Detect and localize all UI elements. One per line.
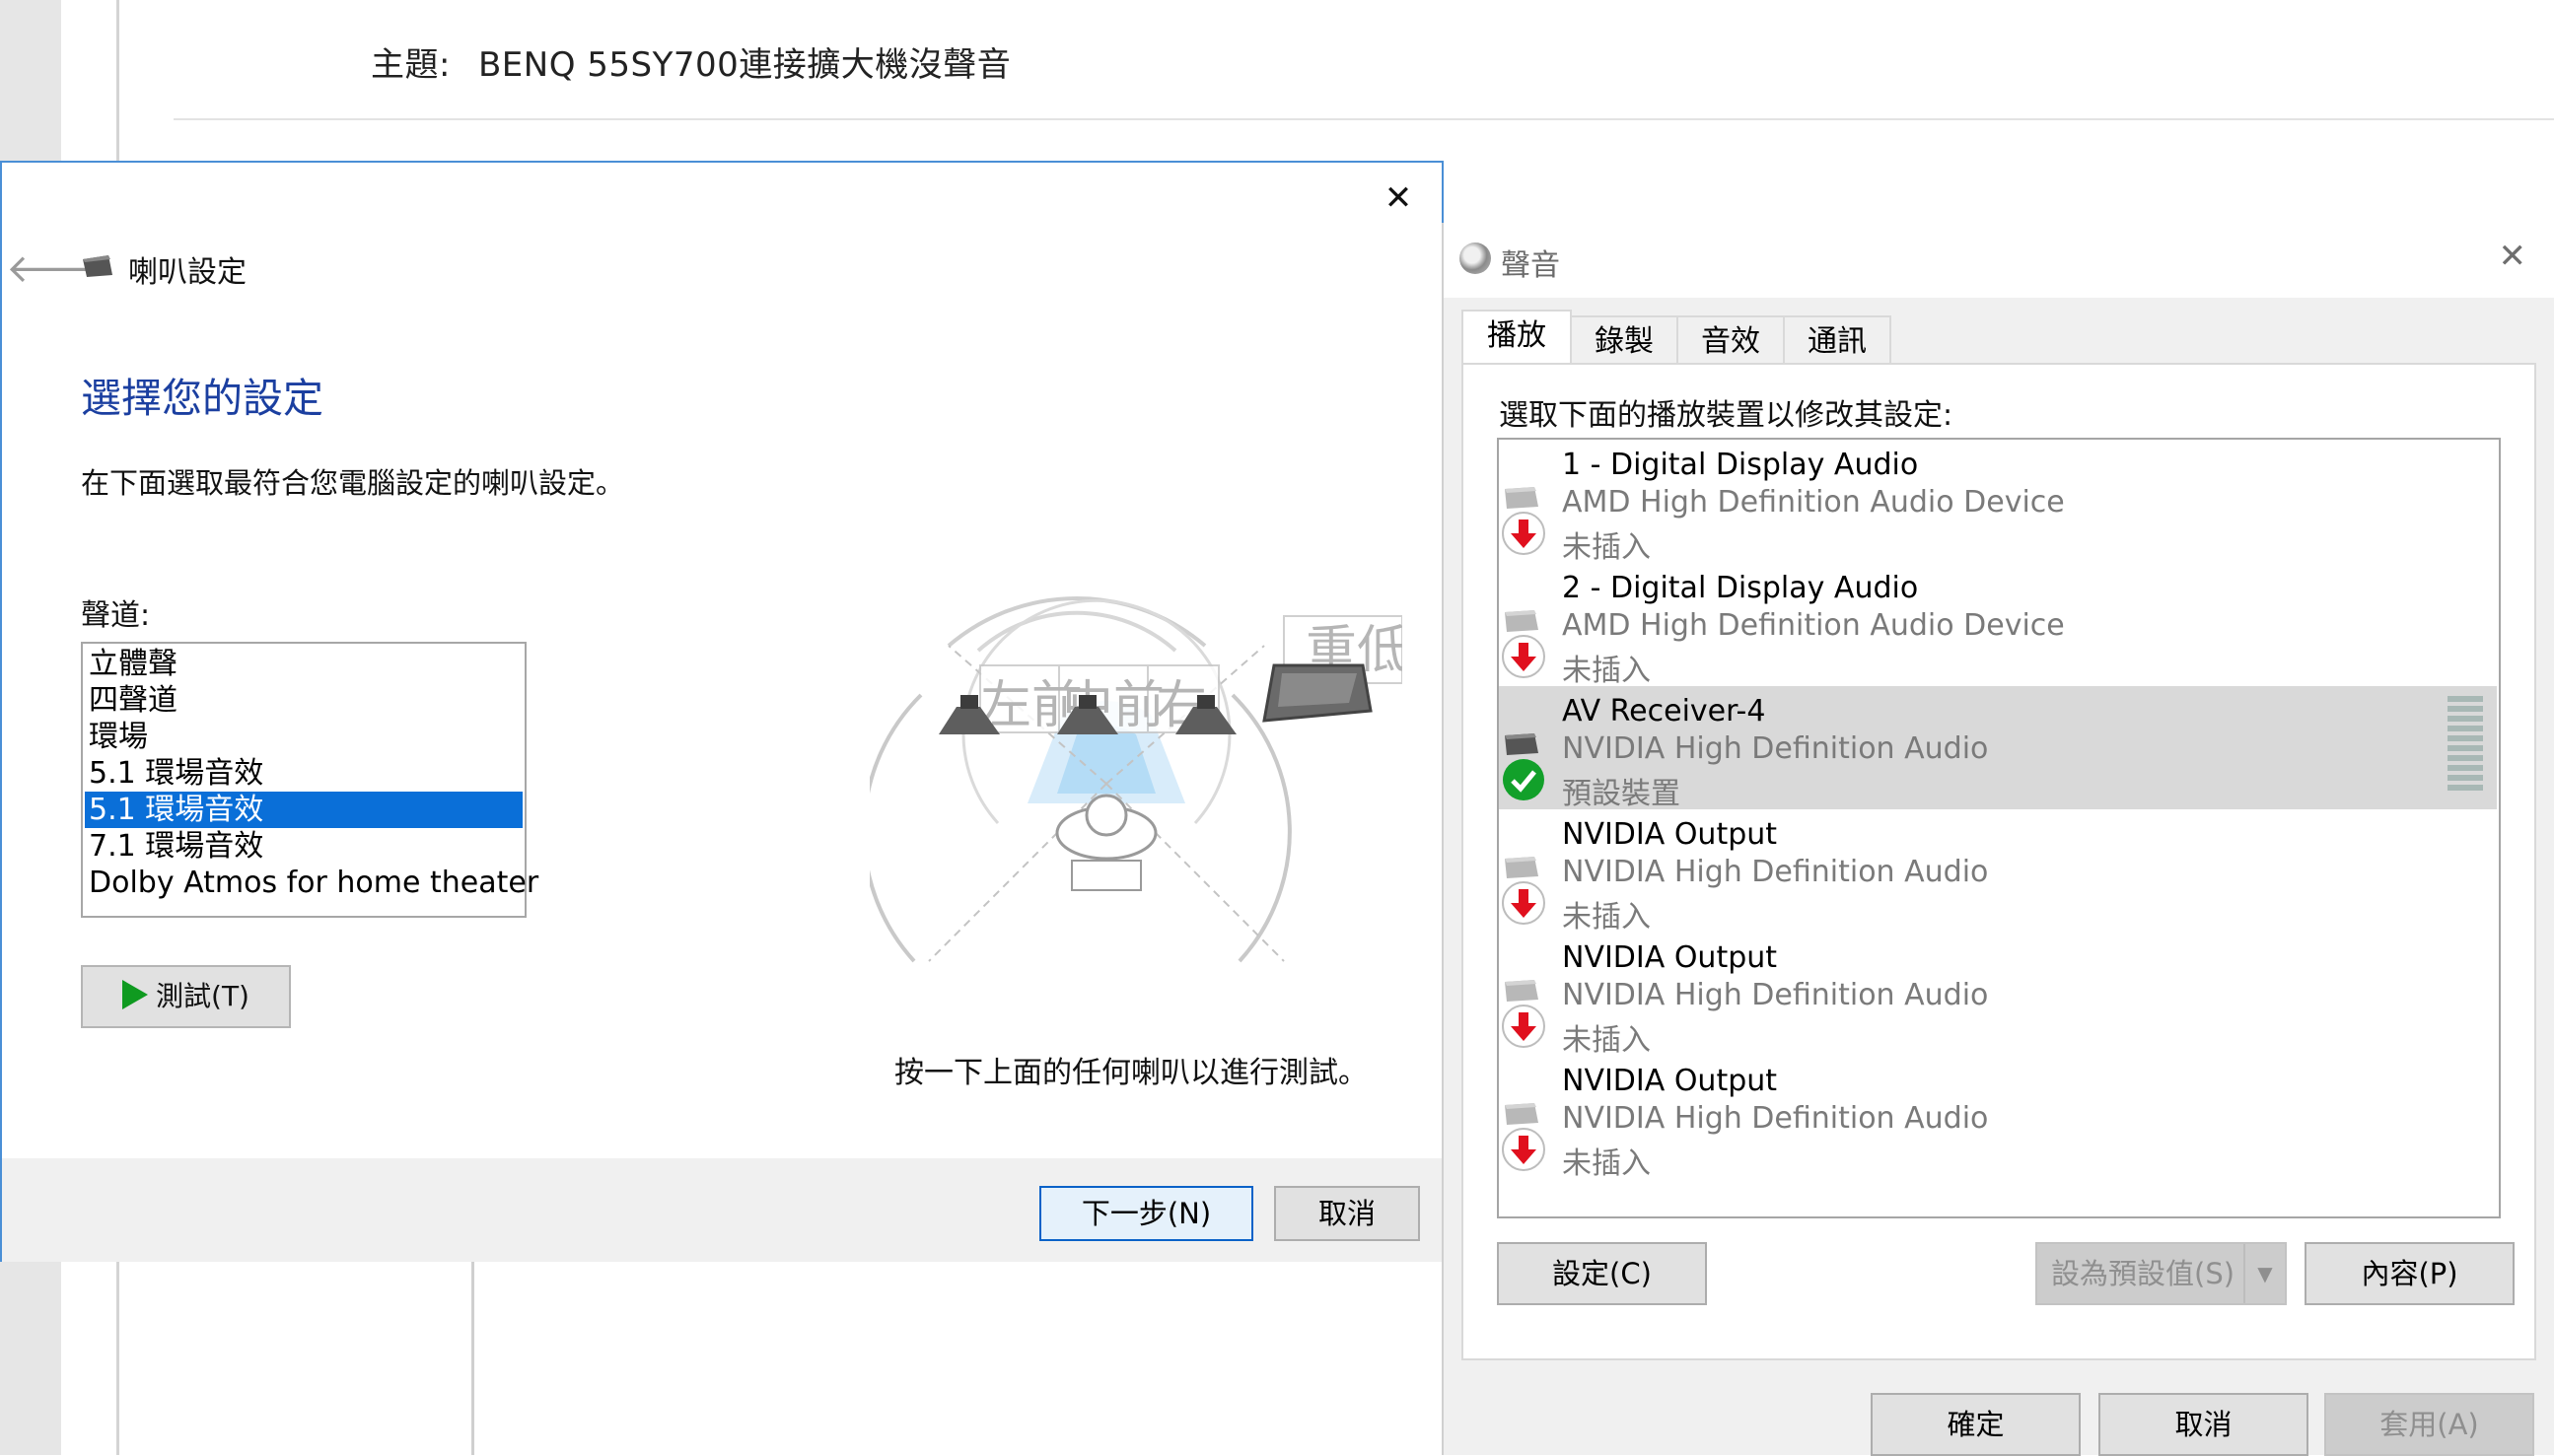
volume-meter <box>2448 696 2483 791</box>
device-name: NVIDIA Output <box>1562 940 1778 975</box>
speaker-device-icon <box>1505 1103 1538 1125</box>
test-button-label: 測試(T) <box>156 980 249 1012</box>
speaker-device-icon <box>1505 610 1538 632</box>
speaker-layout-diagram: 左前 中前 右 重低 左後 右後 <box>870 596 1402 963</box>
default-check-icon <box>1503 759 1544 800</box>
sound-dialog: 聲音 ✕ 播放 錄製 音效 通訊 選取下面的播放裝置以修改其設定: 1 - Di… <box>1442 223 2554 1456</box>
tab-playback[interactable]: 播放 <box>1461 310 1572 367</box>
page-heading: 選擇您的設定 <box>81 375 323 422</box>
device-driver: AMD High Definition Audio Device <box>1562 608 2065 643</box>
speaker-setup-icon <box>83 255 112 277</box>
unplugged-arrow-icon <box>1502 1005 1545 1048</box>
channel-option-quad[interactable]: 四聲道 <box>85 682 523 719</box>
channel-option-5-1-b[interactable]: 5.1 環場音效 <box>85 792 523 828</box>
playback-device-list[interactable]: 1 - Digital Display Audio AMD High Defin… <box>1497 438 2501 1218</box>
device-name: 2 - Digital Display Audio <box>1562 571 1919 605</box>
device-row[interactable]: 2 - Digital Display Audio AMD High Defin… <box>1499 563 2497 688</box>
device-row[interactable]: NVIDIA Output NVIDIA High Definition Aud… <box>1499 809 2497 935</box>
device-name: AV Receiver-4 <box>1562 694 1766 728</box>
device-row[interactable]: NVIDIA Output NVIDIA High Definition Aud… <box>1499 933 2497 1058</box>
device-state: 未插入 <box>1562 900 1651 935</box>
speaker-device-icon <box>1505 733 1538 755</box>
channel-option-7-1[interactable]: 7.1 環場音效 <box>85 828 523 865</box>
device-state: 未插入 <box>1562 654 1651 688</box>
unplugged-arrow-icon <box>1502 1128 1545 1171</box>
next-button[interactable]: 下一步(N) <box>1039 1186 1253 1241</box>
device-name: NVIDIA Output <box>1562 817 1778 852</box>
device-driver: NVIDIA High Definition Audio <box>1562 731 1989 766</box>
device-row[interactable]: 1 - Digital Display Audio AMD High Defin… <box>1499 440 2497 565</box>
dropdown-arrow-icon[interactable]: ▼ <box>2243 1244 2285 1303</box>
device-driver: NVIDIA High Definition Audio <box>1562 1101 1989 1136</box>
page-column-divider-lower <box>471 1257 474 1455</box>
device-name: NVIDIA Output <box>1562 1064 1778 1098</box>
post-subject: 主題: BENQ 55SY700連接擴大機沒聲音 <box>371 37 1011 86</box>
tab-communications[interactable]: 通訊 <box>1783 315 1891 365</box>
page-header-rule <box>174 118 2554 120</box>
ok-button[interactable]: 確定 <box>1871 1393 2081 1456</box>
channel-option-stereo[interactable]: 立體聲 <box>85 646 523 682</box>
set-default-button[interactable]: 設為預設值(S) ▼ <box>2035 1242 2287 1305</box>
device-driver: NVIDIA High Definition Audio <box>1562 855 1989 889</box>
device-row[interactable]: NVIDIA Output NVIDIA High Definition Aud… <box>1499 1056 2497 1181</box>
speaker-subwoofer[interactable] <box>1262 663 1373 723</box>
tab-sounds[interactable]: 音效 <box>1676 315 1785 365</box>
unplugged-arrow-icon <box>1502 881 1545 925</box>
cancel-button[interactable]: 取消 <box>1274 1186 1420 1241</box>
properties-button[interactable]: 內容(P) <box>2305 1242 2515 1305</box>
unplugged-arrow-icon <box>1502 512 1545 555</box>
device-state: 預設裝置 <box>1562 777 1680 811</box>
set-default-button-label: 設為預設值(S) <box>2051 1257 2235 1290</box>
configure-button[interactable]: 設定(C) <box>1497 1242 1707 1305</box>
close-icon[interactable]: ✕ <box>2499 237 2527 276</box>
test-hint: 按一下上面的任何喇叭以進行測試。 <box>894 1056 1368 1090</box>
play-icon <box>122 980 149 1009</box>
device-driver: AMD High Definition Audio Device <box>1562 485 2065 520</box>
playback-panel: 選取下面的播放裝置以修改其設定: 1 - Digital Display Aud… <box>1461 363 2536 1360</box>
post-subject-label: 主題: <box>371 45 451 85</box>
device-state: 未插入 <box>1562 1023 1651 1058</box>
channel-label: 聲道: <box>81 598 151 633</box>
speaker-device-icon <box>1505 857 1538 878</box>
device-state: 未插入 <box>1562 530 1651 565</box>
page-description: 在下面選取最符合您電腦設定的喇叭設定。 <box>81 466 625 500</box>
post-subject-text: BENQ 55SY700連接擴大機沒聲音 <box>477 45 1012 85</box>
apply-button[interactable]: 套用(A) <box>2324 1393 2534 1456</box>
channel-option-surround[interactable]: 環場 <box>85 719 523 755</box>
cancel-button[interactable]: 取消 <box>2098 1393 2308 1456</box>
playback-instruction: 選取下面的播放裝置以修改其設定: <box>1499 398 1953 433</box>
device-driver: NVIDIA High Definition Audio <box>1562 978 1989 1012</box>
channel-listbox[interactable]: 立體聲 四聲道 環場 5.1 環場音效 5.1 環場音效 7.1 環場音效 Do… <box>81 642 538 918</box>
channel-option-5-1-a[interactable]: 5.1 環場音效 <box>85 755 523 792</box>
channel-option-dolby-atmos[interactable]: Dolby Atmos for home theater <box>85 865 538 901</box>
sound-dialog-title: 聲音 <box>1501 248 1560 283</box>
speaker-device-icon <box>1505 487 1538 509</box>
unplugged-arrow-icon <box>1502 635 1545 678</box>
device-state: 未插入 <box>1562 1146 1651 1181</box>
test-button[interactable]: 測試(T) <box>81 965 291 1028</box>
tab-recording[interactable]: 錄製 <box>1570 315 1678 365</box>
device-name: 1 - Digital Display Audio <box>1562 448 1919 482</box>
speaker-volume-icon <box>1459 243 1491 274</box>
device-row-selected[interactable]: AV Receiver-4 NVIDIA High Definition Aud… <box>1499 686 2497 811</box>
dialog-title: 喇叭設定 <box>128 255 247 290</box>
speaker-device-icon <box>1505 980 1538 1002</box>
speaker-setup-dialog: ✕ 🡐 喇叭設定 選擇您的設定 在下面選取最符合您電腦設定的喇叭設定。 聲道: … <box>0 161 1444 1262</box>
close-icon[interactable]: ✕ <box>1377 176 1420 220</box>
sound-titlebar: 聲音 ✕ <box>1444 223 2554 298</box>
